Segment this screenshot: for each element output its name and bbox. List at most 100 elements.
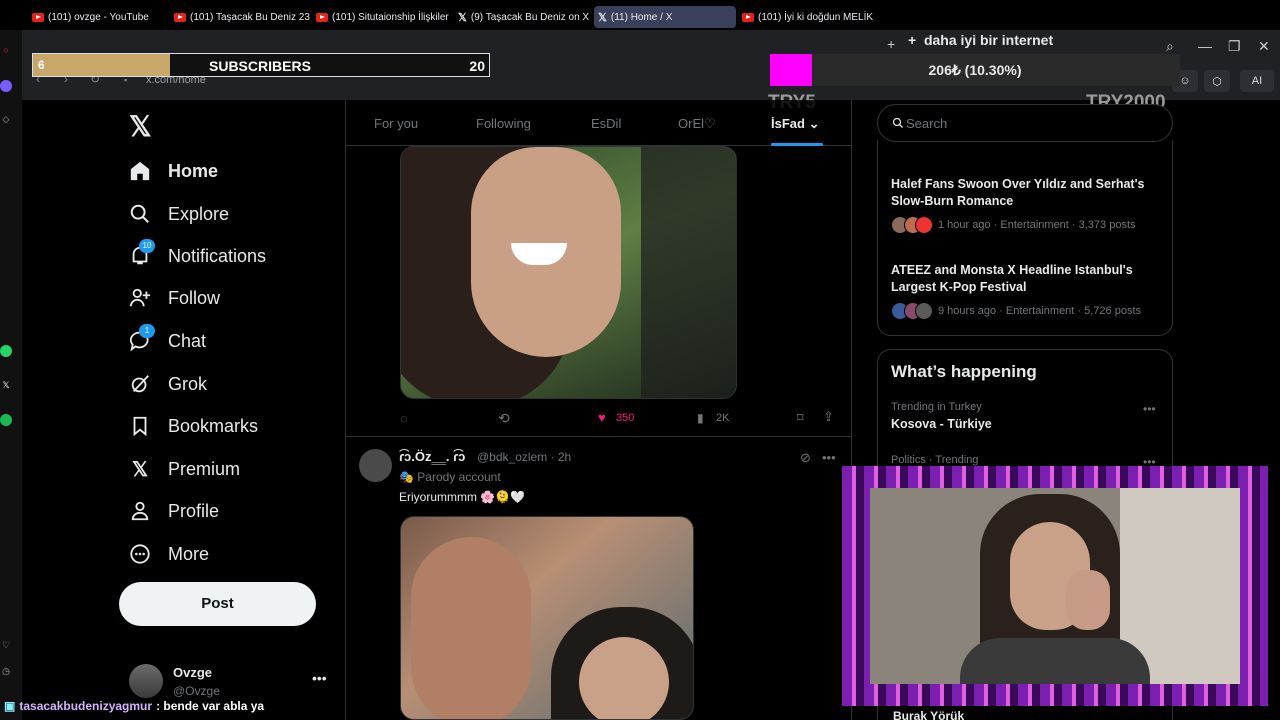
maximize-icon[interactable]: ❐ xyxy=(1228,38,1241,55)
views-icon[interactable]: ▮ xyxy=(697,411,704,425)
browser-tab[interactable]: (101) Taşacak Bu Deniz 23 xyxy=(170,6,310,28)
aria-icon[interactable] xyxy=(0,80,12,92)
ai-button[interactable]: AI xyxy=(1240,70,1274,92)
nav-label: More xyxy=(168,543,210,564)
chat-icon: 1 xyxy=(129,324,155,352)
account-name[interactable]: Ovzge xyxy=(173,665,212,680)
image-face-shape xyxy=(579,637,669,719)
like-icon[interactable]: ♥ xyxy=(598,410,606,425)
youtube-icon xyxy=(742,12,754,22)
heart-icon[interactable]: ♡ xyxy=(0,639,12,651)
search-tabs-icon[interactable]: ⌕ xyxy=(1166,38,1174,55)
new-tab-icon[interactable]: + xyxy=(887,36,895,52)
tab-title: (101) İyi ki doğdun MELİK xyxy=(758,11,874,23)
tab-title: (101) Situtaionship İlişkiler xyxy=(332,11,449,23)
tab-for-you[interactable]: For you xyxy=(374,116,418,131)
webcam-video xyxy=(870,488,1240,684)
nav-label: Notifications xyxy=(168,245,267,266)
post-button[interactable]: Post xyxy=(119,582,316,626)
cube-extension-icon[interactable]: ⬡ xyxy=(1204,70,1230,92)
repost-icon[interactable]: ⟲ xyxy=(498,410,510,427)
post-more-icon[interactable]: ••• xyxy=(822,450,836,465)
opera-icon[interactable]: ○ xyxy=(0,44,12,56)
news-title[interactable]: ATEEZ and Monsta X Headline Istanbul's L… xyxy=(891,262,1161,296)
minimize-icon[interactable]: — xyxy=(1198,38,1212,54)
nav-chat[interactable]: 1 Chat xyxy=(129,324,206,356)
nav-follow[interactable]: Follow xyxy=(129,283,220,313)
nav-label: Home xyxy=(168,160,219,181)
who-to-follow-name[interactable]: Burak Yörük xyxy=(893,709,964,720)
mask-icon: 🎭 xyxy=(399,470,414,484)
author-handle[interactable]: @bdk_ozlem · 2h xyxy=(477,450,571,464)
notification-badge: 10 xyxy=(139,239,155,253)
nav-profile[interactable]: Profile xyxy=(129,496,219,526)
tab-esdil[interactable]: EsDil xyxy=(591,116,621,131)
nav-home[interactable]: Home xyxy=(129,156,218,186)
tab-isfad[interactable]: İsFad ⌄ xyxy=(771,116,820,132)
author-avatar[interactable] xyxy=(359,449,392,482)
nav-premium[interactable]: 𝕏 Premium xyxy=(129,454,240,484)
post-divider xyxy=(346,436,851,437)
nav-more[interactable]: More xyxy=(129,539,209,569)
grok-icon xyxy=(129,373,151,395)
search-input[interactable]: Search xyxy=(877,104,1173,142)
image-man-shape xyxy=(411,537,531,719)
post-image[interactable] xyxy=(400,146,737,399)
browser-side-strip xyxy=(0,30,22,720)
post-image[interactable] xyxy=(400,516,694,720)
spotify-icon[interactable] xyxy=(0,414,12,426)
share-icon[interactable]: ⇪ xyxy=(823,409,834,425)
close-window-icon[interactable]: ✕ xyxy=(1258,38,1270,55)
news-title[interactable]: Halef Fans Swoon Over Yıldız and Serhat'… xyxy=(891,176,1161,210)
chat-badge: 1 xyxy=(139,324,155,338)
history-icon[interactable]: ◷ xyxy=(0,665,12,677)
donation-goal-title-text: daha iyi bir internet xyxy=(923,32,1054,48)
nav-notifications[interactable]: 10 Notifications xyxy=(129,239,267,271)
donation-goal-title: + daha iyi bir internet xyxy=(908,32,1054,48)
x-logo-icon[interactable]: 𝕏 xyxy=(129,110,152,143)
author-name[interactable]: ɾ͡ɔ.Öz‗‗. ɾ͡ɔ xyxy=(399,449,465,464)
chat-username: tasacakbudenizyagmur xyxy=(19,699,153,713)
person-icon xyxy=(129,500,151,522)
bookmark-post-icon[interactable]: ⌑ xyxy=(797,410,804,426)
trend-more-icon[interactable]: ••• xyxy=(1143,402,1156,416)
account-avatar[interactable] xyxy=(129,664,163,698)
stream-chat-message: ▣ tasacakbudenizyagmur : bende var abla … xyxy=(0,696,264,716)
browser-tab[interactable]: (101) ovzge - YouTube xyxy=(28,6,168,28)
nav-label: Premium xyxy=(168,458,241,479)
browser-tab[interactable]: (101) İyi ki doğdun MELİK xyxy=(738,6,874,28)
account-menu-icon[interactable]: ••• xyxy=(312,670,327,686)
youtube-icon xyxy=(32,12,44,22)
x-side-icon[interactable]: 𝕏 xyxy=(0,379,12,391)
trend-context: Trending in Turkey xyxy=(891,401,982,413)
trend-name[interactable]: Kosova - Türkiye xyxy=(891,417,992,431)
news-meta: 1 hour ago · Entertainment · 3,373 posts xyxy=(938,219,1136,231)
parody-label: 🎭 Parody account xyxy=(399,470,501,484)
nav-explore[interactable]: Explore xyxy=(129,199,229,229)
chat-badge-icon: ▣ xyxy=(4,699,16,713)
nav-bookmarks[interactable]: Bookmarks xyxy=(129,411,258,441)
whatsapp-icon[interactable] xyxy=(0,345,12,357)
subscriber-count: 6 xyxy=(38,58,45,72)
tab-following[interactable]: Following xyxy=(476,116,531,131)
subscriber-target: 20 xyxy=(469,58,485,74)
chevron-down-icon: ⌄ xyxy=(808,116,820,131)
search-icon xyxy=(892,116,904,134)
browser-tab[interactable]: 𝕏 (9) Taşacak Bu Deniz on X xyxy=(454,6,592,28)
reply-icon[interactable]: ◌ xyxy=(400,411,408,426)
parody-label-text: Parody account xyxy=(417,470,501,484)
webcam-hand-shape xyxy=(1066,570,1110,630)
search-placeholder: Search xyxy=(906,116,948,131)
grok-post-icon[interactable]: ⊘ xyxy=(800,450,811,466)
donation-amount: 206₺ (10.30%) xyxy=(928,62,1022,78)
browser-tab[interactable]: (101) Situtaionship İlişkiler xyxy=(312,6,452,28)
donation-goal-bar: 206₺ (10.30%) xyxy=(770,54,1180,86)
add-person-icon xyxy=(129,287,151,309)
tab-title: (11) Home / X xyxy=(610,11,673,23)
webcam-frame xyxy=(842,466,1268,706)
tab-title: (101) Taşacak Bu Deniz 23 xyxy=(190,11,310,23)
pin-icon[interactable]: ◇ xyxy=(0,113,12,125)
nav-grok[interactable]: Grok xyxy=(129,369,207,399)
tab-orel[interactable]: OrEl♡ xyxy=(678,116,716,132)
browser-tab-active[interactable]: 𝕏 (11) Home / X xyxy=(594,6,736,28)
